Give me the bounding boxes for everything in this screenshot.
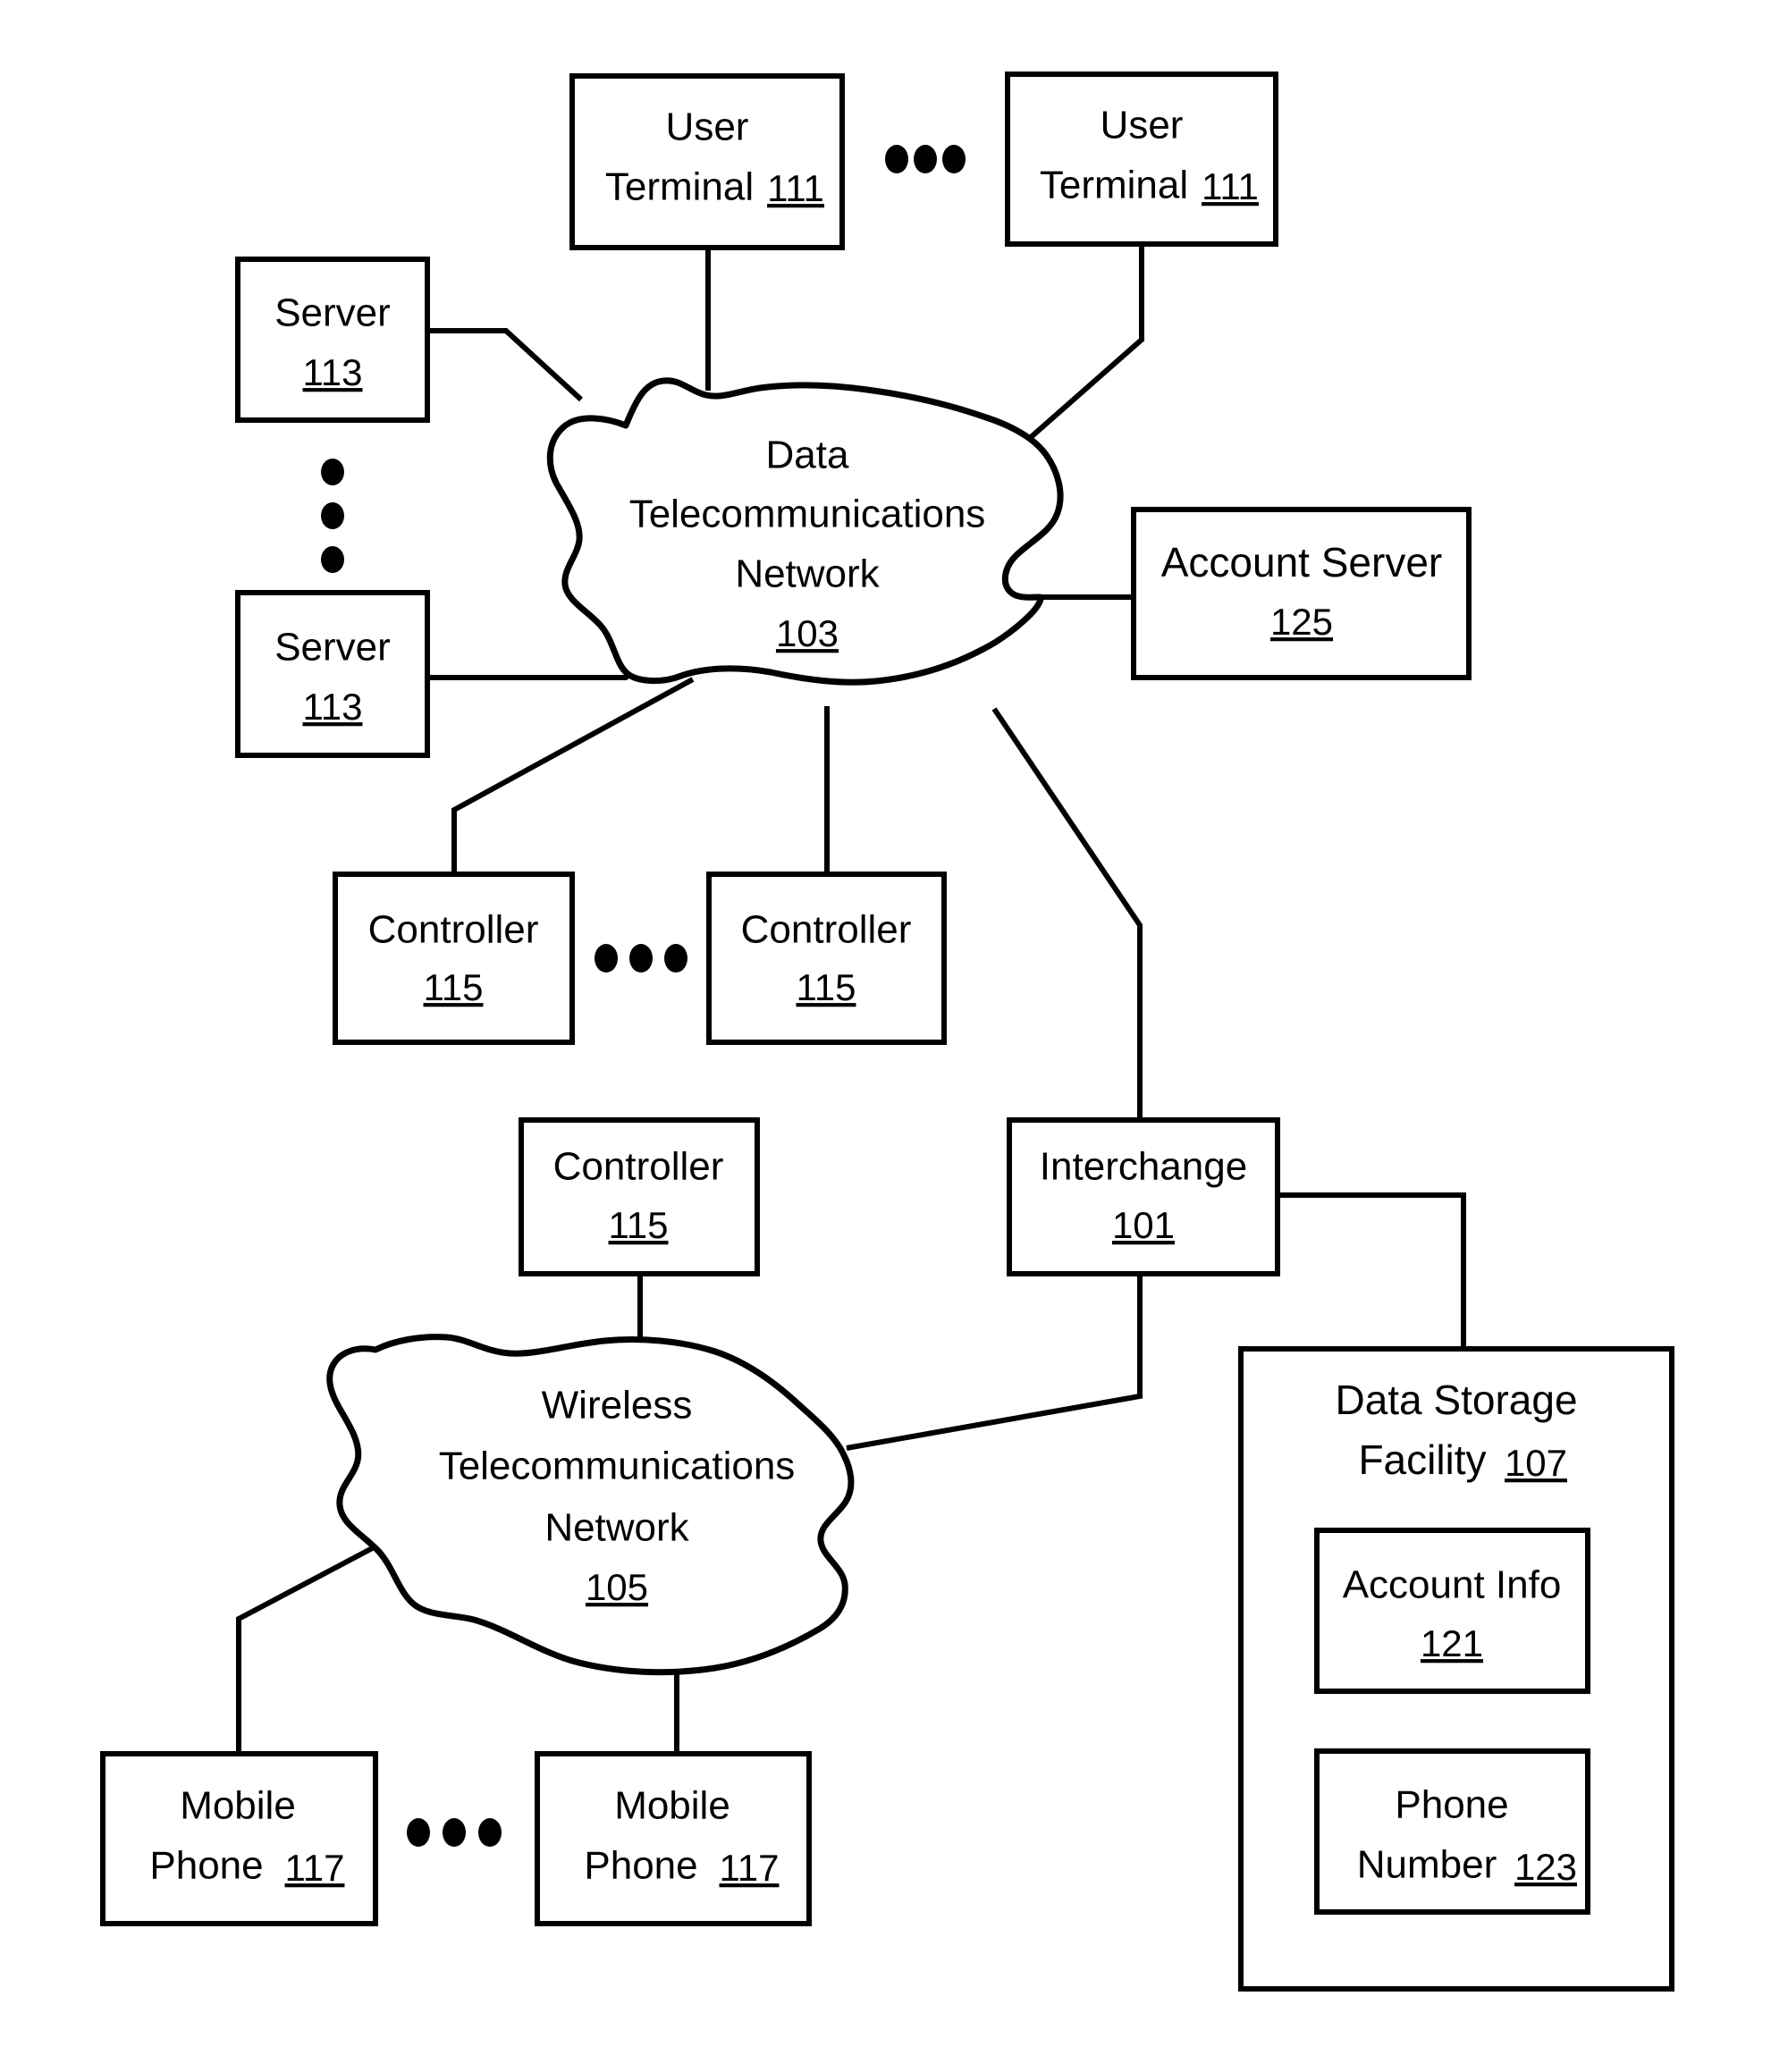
data-network-label-line3: Network xyxy=(735,552,880,596)
phone-number-label-line2: Number xyxy=(1357,1843,1497,1887)
account-server-box xyxy=(1131,507,1472,680)
interchange-box xyxy=(1007,1117,1280,1276)
phone-number-label-line1: Phone xyxy=(1395,1783,1508,1827)
edge-interchange-to-wireless-network xyxy=(846,1274,1143,1451)
data-storage-facility-ref: 107 xyxy=(1505,1442,1567,1484)
data-network-label-line2: Telecommunications xyxy=(629,493,986,536)
user-terminal-1-label-line2: Terminal xyxy=(605,165,754,209)
user-terminal-2-label-line2: Terminal xyxy=(1040,164,1188,207)
mobile-phone-2-label-line1: Mobile xyxy=(614,1784,730,1828)
server-1-ref: 113 xyxy=(303,351,363,393)
wireless-network-label-line2: Telecommunications xyxy=(439,1445,796,1488)
data-network-label-line1: Data xyxy=(766,434,849,477)
server-2-ref: 113 xyxy=(303,686,363,728)
user-terminal-1-label-line1: User xyxy=(666,105,749,149)
node-controller-3[interactable]: Controller 115 xyxy=(519,1117,760,1276)
mobile-phone-1-label-line1: Mobile xyxy=(180,1784,296,1828)
ellipsis-controllers xyxy=(595,944,687,973)
wireless-network-label-line1: Wireless xyxy=(542,1384,693,1428)
ellipsis-servers xyxy=(321,459,344,573)
edge-data-network-to-controller-1 xyxy=(451,677,695,874)
node-account-info[interactable]: Account Info 121 xyxy=(1314,1528,1590,1694)
controller-2-label: Controller xyxy=(741,908,912,952)
server-2-box xyxy=(235,590,430,758)
interchange-ref: 101 xyxy=(1112,1204,1175,1246)
wireless-network-ref: 105 xyxy=(586,1566,648,1608)
user-terminal-2-box xyxy=(1005,72,1278,247)
node-interchange[interactable]: Interchange 101 xyxy=(1007,1117,1280,1276)
node-server-2[interactable]: Server 113 xyxy=(235,590,430,758)
mobile-phone-1-ref: 117 xyxy=(285,1847,345,1889)
node-wireless-network[interactable]: Wireless Telecommunications Network 105 xyxy=(326,1334,855,1676)
user-terminal-2-ref: 111 xyxy=(1202,165,1259,207)
account-server-ref: 125 xyxy=(1270,601,1333,643)
phone-number-ref: 123 xyxy=(1514,1846,1577,1888)
edge-interchange-to-data-storage-facility xyxy=(1278,1192,1466,1349)
node-user-terminal-1[interactable]: User Terminal 111 xyxy=(569,73,845,250)
wireless-network-label-line3: Network xyxy=(544,1506,689,1550)
node-controller-1[interactable]: Controller 115 xyxy=(333,872,575,1045)
edge-data-network-to-interchange xyxy=(991,707,1143,1120)
node-server-1[interactable]: Server 113 xyxy=(235,257,430,423)
server-2-label: Server xyxy=(274,626,391,670)
controller-3-label: Controller xyxy=(553,1145,724,1189)
interchange-label: Interchange xyxy=(1040,1145,1247,1189)
account-info-ref: 121 xyxy=(1421,1622,1483,1664)
mobile-phone-2-label-line2: Phone xyxy=(584,1844,697,1888)
data-storage-facility-label-line2: Facility xyxy=(1358,1436,1486,1483)
mobile-phone-2-ref: 117 xyxy=(720,1847,780,1889)
server-1-label: Server xyxy=(274,291,391,335)
server-1-box xyxy=(235,257,430,423)
ellipsis-mobile-phones xyxy=(407,1818,502,1847)
mobile-phone-1-box xyxy=(100,1751,378,1926)
edge-user-terminal-2-to-data-network xyxy=(1028,243,1144,441)
patent-figure: Data Telecommunications Network 103 Wire… xyxy=(0,0,1788,2072)
controller-2-box xyxy=(706,872,947,1045)
node-user-terminal-2[interactable]: User Terminal 111 xyxy=(1005,72,1278,247)
user-terminal-2-label-line1: User xyxy=(1101,104,1184,147)
controller-2-ref: 115 xyxy=(797,966,856,1008)
account-info-label: Account Info xyxy=(1343,1563,1562,1607)
data-network-ref: 103 xyxy=(776,612,839,654)
node-controller-2[interactable]: Controller 115 xyxy=(706,872,947,1045)
account-info-box xyxy=(1314,1528,1590,1694)
account-server-label: Account Server xyxy=(1161,539,1442,585)
node-data-network[interactable]: Data Telecommunications Network 103 xyxy=(546,377,1064,686)
mobile-phone-1-label-line2: Phone xyxy=(149,1844,263,1888)
node-mobile-phone-2[interactable]: Mobile Phone 117 xyxy=(535,1751,812,1926)
controller-3-ref: 115 xyxy=(609,1204,669,1246)
user-terminal-1-box xyxy=(569,73,845,250)
controller-1-label: Controller xyxy=(368,908,539,952)
node-account-server[interactable]: Account Server 125 xyxy=(1131,507,1472,680)
mobile-phone-2-box xyxy=(535,1751,812,1926)
data-storage-facility-label-line1: Data Storage xyxy=(1335,1377,1577,1423)
node-mobile-phone-1[interactable]: Mobile Phone 117 xyxy=(100,1751,378,1926)
ellipsis-user-terminals xyxy=(885,145,966,173)
controller-1-ref: 115 xyxy=(424,966,484,1008)
user-terminal-1-ref: 111 xyxy=(767,167,824,209)
controller-3-box xyxy=(519,1117,760,1276)
controller-1-box xyxy=(333,872,575,1045)
node-phone-number[interactable]: Phone Number 123 xyxy=(1314,1748,1590,1915)
edge-server-1-to-data-network xyxy=(427,328,584,402)
network-diagram-canvas: Data Telecommunications Network 103 Wire… xyxy=(100,72,1674,1992)
